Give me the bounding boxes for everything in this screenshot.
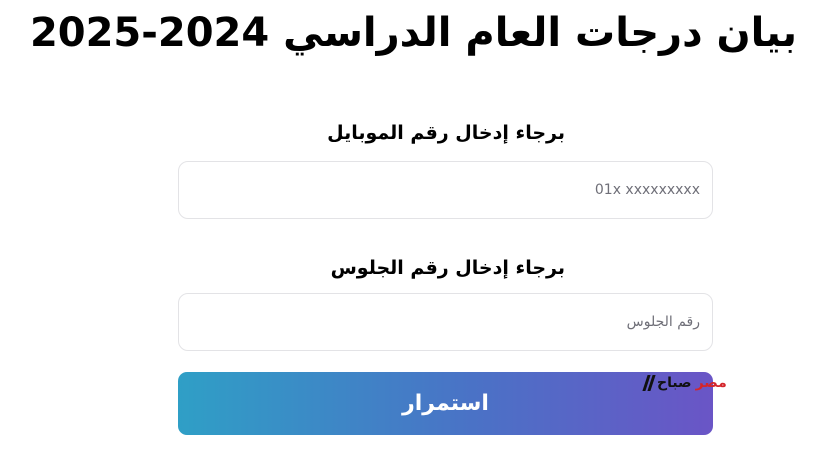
watermark-logo: مصر صباح <box>642 370 727 395</box>
watermark-text-secondary: مصر <box>695 374 727 391</box>
page-title: بيان درجات العام الدراسي 2024-2025 <box>29 10 798 56</box>
watermark-text-primary: صباح <box>657 374 692 391</box>
seat-number-input[interactable] <box>179 294 712 350</box>
mobile-input[interactable] <box>179 162 712 218</box>
seat-number-field-container <box>178 293 713 351</box>
mobile-field-container <box>178 161 713 219</box>
continue-button[interactable]: استمرار <box>178 372 713 435</box>
watermark-bars-icon <box>642 374 656 391</box>
mobile-label: برجاء إدخال رقم الموبايل <box>327 122 565 144</box>
seat-number-label: برجاء إدخال رقم الجلوس <box>330 257 565 279</box>
